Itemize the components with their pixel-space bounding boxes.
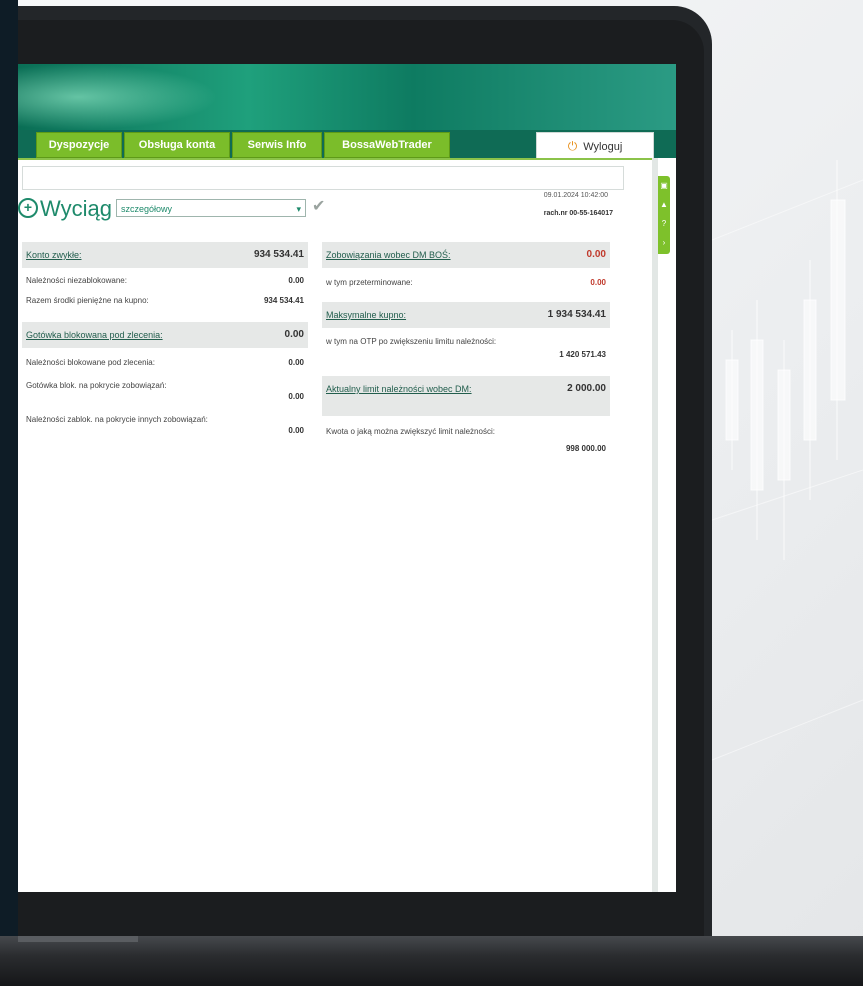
power-icon: ⏻	[567, 139, 578, 153]
dark-edge-strip	[0, 0, 18, 986]
row-value: 1 934 534.41	[547, 309, 606, 320]
account-number: rach.nr 00-55-164017	[543, 210, 613, 217]
side-toolbar: ▣ ▲ ? ›	[658, 176, 670, 254]
page-title: Wyciąg	[40, 196, 112, 221]
row-label: w tym na OTP po zwiększeniu limitu należ…	[326, 337, 497, 346]
app-header-banner	[18, 64, 676, 130]
plus-circle-icon[interactable]: +	[18, 198, 38, 218]
list-item: Gotówka blok. na pokrycie zobowiązań: 0.…	[22, 380, 308, 406]
row-label[interactable]: Maksymalne kupno:	[326, 310, 406, 320]
laptop-hinge	[18, 936, 138, 942]
logout-button[interactable]: ⏻ Wyloguj	[536, 132, 654, 159]
expand-icon[interactable]: ›	[658, 233, 670, 252]
view-select[interactable]: szczegółowy ▾	[116, 199, 306, 217]
top-input-bar[interactable]	[22, 166, 624, 190]
print-icon[interactable]: ▣	[658, 176, 670, 195]
list-item: w tym przeterminowane: 0.00	[322, 278, 610, 294]
list-item: Razem środki pieniężne na kupno: 934 534…	[22, 296, 308, 312]
header-glow	[18, 64, 218, 130]
row-label: Należności niezablokowane:	[26, 276, 127, 285]
row-label[interactable]: Aktualny limit należności wobec DM:	[326, 382, 506, 396]
list-item: Należności niezablokowane: 0.00	[22, 276, 308, 292]
list-item: Zobowiązania wobec DM BOŚ: 0.00	[322, 242, 610, 268]
row-label[interactable]: Konto zwykłe:	[26, 250, 82, 260]
chevron-down-icon: ▾	[296, 204, 301, 214]
tab-dyspozycje[interactable]: Dyspozycje	[36, 132, 122, 158]
left-balance-panel: Konto zwykłe: 934 534.41 Należności niez…	[22, 242, 308, 472]
row-value: 0.00	[288, 358, 304, 367]
laptop-base	[0, 936, 863, 986]
row-value: 0.00	[284, 329, 304, 340]
list-item: Aktualny limit należności wobec DM: 2 00…	[322, 376, 610, 416]
list-item: Konto zwykłe: 934 534.41	[22, 242, 308, 268]
laptop-screen: Dyspozycje Obsługa konta Serwis Info Bos…	[18, 64, 676, 892]
row-value: 2 000.00	[567, 383, 606, 394]
tab-bossawebtrader[interactable]: BossaWebTrader	[324, 132, 450, 158]
row-label: Gotówka blok. na pokrycie zobowiązań:	[26, 381, 167, 390]
report-datetime: 09.01.2024 10:42:00	[543, 192, 608, 199]
list-item: Należności zablok. na pokrycie innych zo…	[22, 414, 308, 440]
list-item: Kwota o jaką można zwiększyć limit należ…	[322, 426, 610, 456]
row-value: 934 534.41	[263, 296, 304, 305]
row-label: Kwota o jaką można zwiększyć limit należ…	[326, 427, 495, 436]
decorative-candlestick-chart	[712, 160, 863, 761]
row-label[interactable]: Zobowiązania wobec DM BOŚ:	[326, 250, 451, 260]
row-value: 1 420 571.43	[559, 350, 606, 359]
nav-underline	[18, 158, 654, 160]
row-label: Należności blokowane pod zlecenia:	[26, 358, 155, 367]
row-value: 0.00	[288, 392, 304, 401]
row-value: 0.00	[288, 276, 304, 285]
row-label: Razem środki pieniężne na kupno:	[26, 296, 149, 305]
scrollbar[interactable]	[652, 158, 658, 892]
row-label: Należności zablok. na pokrycie innych zo…	[26, 415, 208, 424]
view-select-value: szczegółowy	[121, 204, 173, 214]
list-item: w tym na OTP po zwiększeniu limitu należ…	[322, 336, 610, 366]
row-label[interactable]: Gotówka blokowana pod zlecenia:	[26, 330, 163, 340]
help-icon[interactable]: ?	[658, 214, 670, 233]
list-item: Należności blokowane pod zlecenia: 0.00	[22, 358, 308, 374]
row-value: 934 534.41	[253, 249, 304, 260]
logout-label: Wyloguj	[583, 141, 623, 153]
row-label: w tym przeterminowane:	[326, 278, 413, 287]
tab-obsluga-konta[interactable]: Obsługa konta	[124, 132, 230, 158]
row-value: 0.00	[590, 278, 606, 287]
up-icon[interactable]: ▲	[658, 195, 670, 214]
row-value: 998 000.00	[565, 444, 606, 453]
row-value: 0.00	[288, 426, 304, 435]
confirm-check-icon[interactable]: ✔	[312, 198, 330, 216]
right-balance-panel: Zobowiązania wobec DM BOŚ: 0.00 w tym pr…	[322, 242, 610, 472]
main-nav: Dyspozycje Obsługa konta Serwis Info Bos…	[18, 130, 676, 159]
tab-serwis-info[interactable]: Serwis Info	[232, 132, 322, 158]
page-title-row: + Wyciąg szczegółowy ▾ ✔ 09.01.2024 10:4…	[18, 192, 618, 232]
list-item: Maksymalne kupno: 1 934 534.41	[322, 302, 610, 328]
row-value: 0.00	[586, 249, 606, 260]
list-item: Gotówka blokowana pod zlecenia: 0.00	[22, 322, 308, 348]
